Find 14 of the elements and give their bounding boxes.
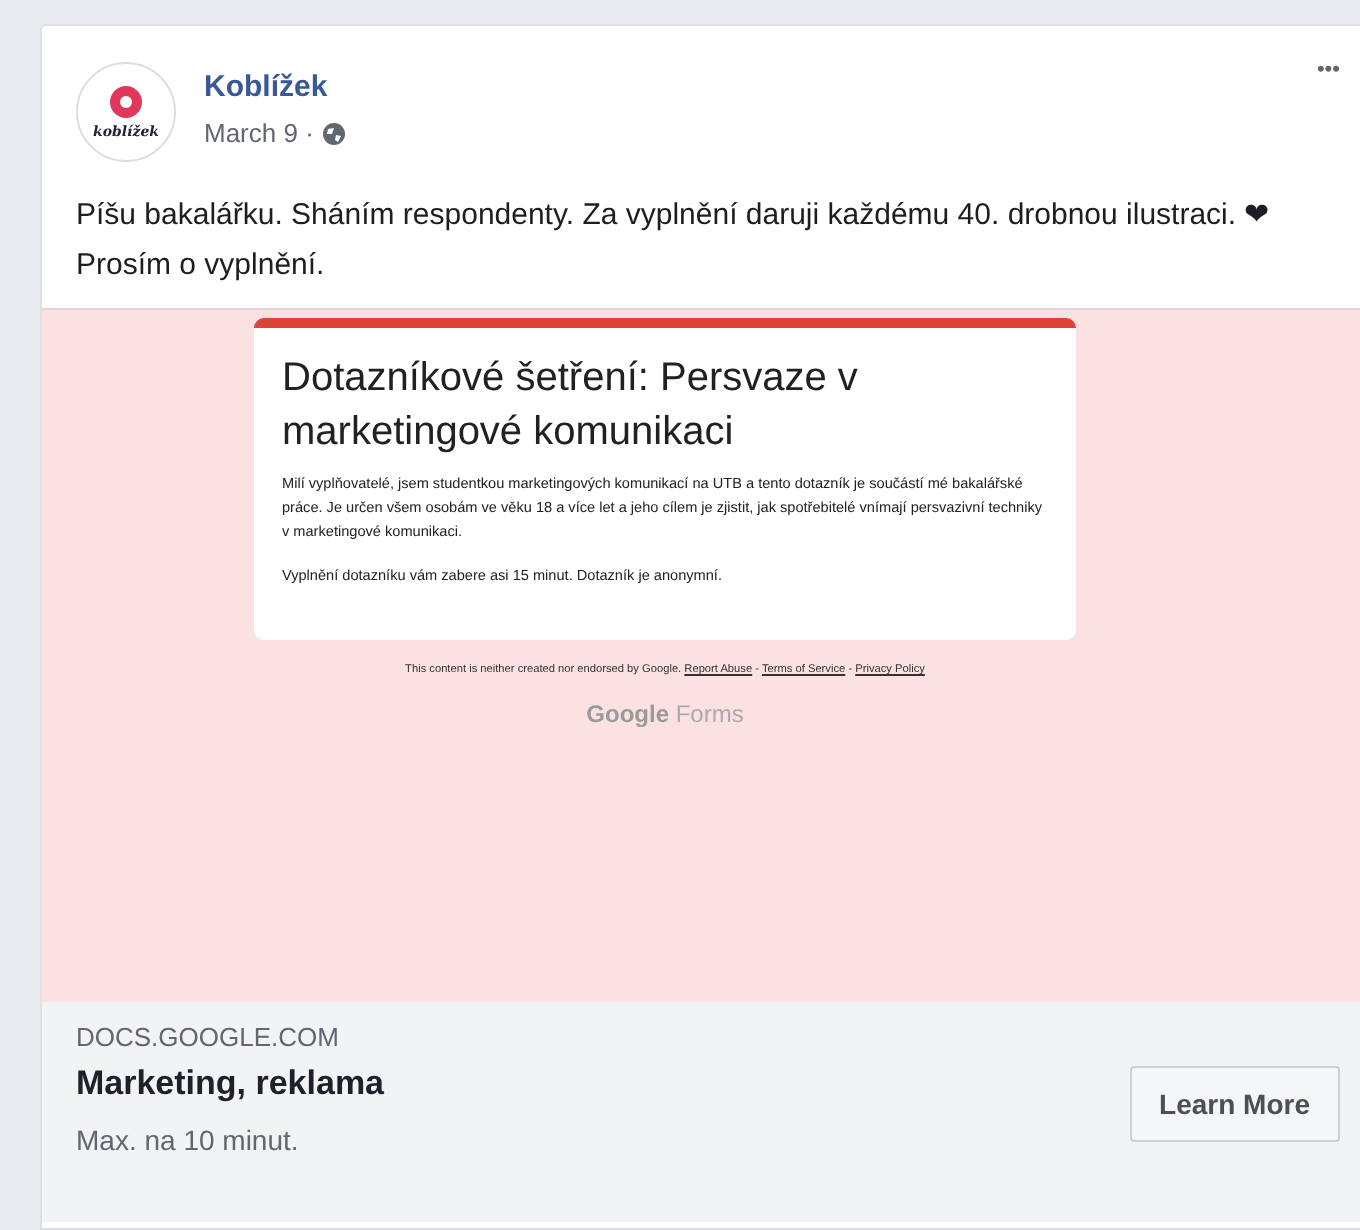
link-domain: DOCS.GOOGLE.COM	[76, 1022, 341, 1052]
donut-icon	[108, 84, 144, 120]
link-description: Max. na 10 minut.	[76, 1124, 301, 1156]
page-name[interactable]: Koblížek	[204, 70, 346, 104]
post-message: Píšu bakalářku. Sháním respondenty. Za vyplnění daruji každému 40. drobnou ilustraci. ❤ Prosím o vyplnění.	[74, 196, 1273, 286]
form-title: Dotazníkové šetření: Persvaze v marketingové komunikaci	[282, 354, 860, 458]
more-options-button[interactable]: •••	[1316, 58, 1340, 82]
link-footer[interactable]: DOCS.GOOGLE.COM Marketing, reklama Max. na 10 minut. Learn More	[42, 1002, 1360, 1222]
globe-icon	[321, 121, 346, 145]
link-preview-image[interactable]	[42, 308, 1360, 1002]
learn-more-button[interactable]: Learn More	[1129, 1066, 1340, 1142]
post-date[interactable]: March 9 ·	[204, 118, 314, 148]
link-title[interactable]: Marketing, reklama	[76, 1064, 1130, 1104]
google-forms-logo: Google Forms	[586, 700, 744, 728]
